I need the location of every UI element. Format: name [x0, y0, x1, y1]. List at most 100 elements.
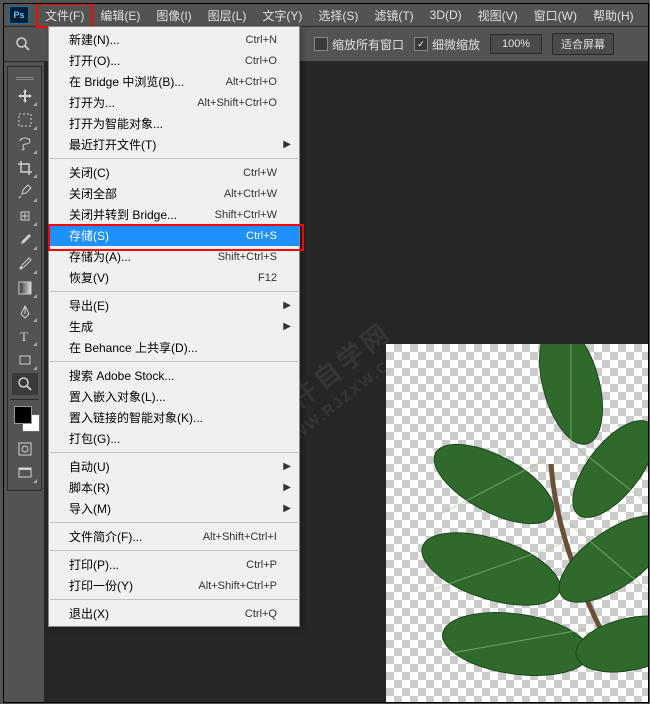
resize-windows-checkbox[interactable]: 缩放所有窗口 — [314, 36, 404, 53]
menu-view[interactable]: 视图(V) — [470, 4, 526, 27]
menu-item[interactable]: 存储(S)Ctrl+S — [49, 225, 299, 246]
menu-item-label: 打开为智能对象... — [69, 115, 277, 132]
menu-separator — [50, 361, 298, 362]
scrubby-zoom-checkbox[interactable]: ✓ 细微缩放 — [414, 36, 480, 53]
menu-item-label: 关闭并转到 Bridge... — [69, 206, 215, 223]
menu-item-label: 打印(P)... — [69, 556, 246, 573]
submenu-arrow-icon: ▶ — [283, 300, 291, 311]
menu-select[interactable]: 选择(S) — [310, 4, 366, 27]
menu-item[interactable]: 退出(X)Ctrl+Q — [49, 603, 299, 624]
menu-item[interactable]: 关闭全部Alt+Ctrl+W — [49, 183, 299, 204]
menu-item-shortcut: Ctrl+P — [246, 559, 277, 571]
menu-item[interactable]: 脚本(R) ▶ — [49, 477, 299, 498]
move-tool[interactable] — [12, 85, 38, 107]
menu-item[interactable]: 自动(U)▶ — [49, 456, 299, 477]
menu-item-shortcut: Alt+Shift+Ctrl+I — [203, 531, 277, 543]
document-canvas[interactable] — [386, 344, 648, 702]
menu-item-label: 脚本(R) — [69, 479, 277, 496]
menu-item-shortcut: Alt+Ctrl+W — [224, 188, 277, 200]
checkbox-checked-icon: ✓ — [414, 37, 428, 51]
menu-item-label: 关闭全部 — [69, 185, 224, 202]
crop-tool[interactable] — [12, 157, 38, 179]
zoom-percent-button[interactable]: 100% — [490, 34, 542, 54]
menu-edit[interactable]: 编辑(E) — [92, 4, 148, 27]
menu-item-label: 打开(O)... — [69, 52, 245, 69]
fit-screen-button[interactable]: 适合屏幕 — [552, 33, 614, 55]
menu-filter[interactable]: 滤镜(T) — [366, 4, 421, 27]
menu-item-label: 在 Behance 上共享(D)... — [69, 339, 277, 356]
menu-separator — [50, 522, 298, 523]
app-logo: Ps — [9, 6, 29, 24]
brush-tool[interactable] — [12, 229, 38, 251]
menu-item[interactable]: 导入(M) ▶ — [49, 498, 299, 519]
foreground-color-swatch[interactable] — [14, 406, 32, 424]
menu-layer[interactable]: 图层(L) — [200, 4, 255, 27]
menu-item-label: 生成 — [69, 318, 277, 335]
menu-item[interactable]: 打印(P)...Ctrl+P — [49, 554, 299, 575]
quick-mask-tool[interactable] — [12, 438, 38, 460]
spot-heal-tool[interactable] — [12, 205, 38, 227]
menu-item-label: 存储(S) — [69, 227, 246, 244]
submenu-arrow-icon: ▶ — [283, 321, 291, 332]
menu-item[interactable]: 打开为...Alt+Shift+Ctrl+O — [49, 92, 299, 113]
menu-item[interactable]: 搜索 Adobe Stock... — [49, 365, 299, 386]
menu-item[interactable]: 存储为(A)...Shift+Ctrl+S — [49, 246, 299, 267]
gradient-tool[interactable] — [12, 277, 38, 299]
menu-item[interactable]: 关闭并转到 Bridge...Shift+Ctrl+W — [49, 204, 299, 225]
checkbox-icon — [314, 37, 328, 51]
lasso-tool[interactable] — [12, 133, 38, 155]
menu-3d[interactable]: 3D(D) — [422, 5, 470, 25]
screen-mode-tool[interactable] — [12, 462, 38, 484]
tools-panel: T — [7, 66, 42, 491]
menu-item-label: 最近打开文件(T) — [69, 136, 277, 153]
svg-text:T: T — [20, 329, 28, 343]
menu-item-label: 存储为(A)... — [69, 248, 218, 265]
menu-bar: Ps 文件(F) 编辑(E) 图像(I) 图层(L) 文字(Y) 选择(S) 滤… — [4, 4, 648, 27]
zoom-tool[interactable] — [12, 373, 38, 395]
menu-item[interactable]: 置入嵌入对象(L)... — [49, 386, 299, 407]
menu-item-shortcut: Shift+Ctrl+S — [218, 251, 277, 263]
menu-item-label: 置入链接的智能对象(K)... — [69, 409, 277, 426]
menu-item-label: 导入(M) — [69, 500, 277, 517]
menu-item[interactable]: 恢复(V)F12 — [49, 267, 299, 288]
menu-separator — [50, 550, 298, 551]
menu-item-shortcut: Ctrl+S — [246, 230, 277, 242]
menu-item[interactable]: 文件简介(F)...Alt+Shift+Ctrl+I — [49, 526, 299, 547]
type-tool[interactable]: T — [12, 325, 38, 347]
menu-item[interactable]: 最近打开文件(T) ▶ — [49, 134, 299, 155]
menu-item[interactable]: 在 Behance 上共享(D)... — [49, 337, 299, 358]
menu-window[interactable]: 窗口(W) — [526, 4, 585, 27]
pen-tool[interactable] — [12, 301, 38, 323]
menu-item[interactable]: 置入链接的智能对象(K)... — [49, 407, 299, 428]
menu-separator — [50, 158, 298, 159]
menu-item[interactable]: 打开为智能对象... — [49, 113, 299, 134]
rectangle-tool[interactable] — [12, 349, 38, 371]
grip-icon[interactable] — [12, 73, 38, 83]
menu-item-label: 导出(E) — [69, 297, 277, 314]
menu-item[interactable]: 导出(E) ▶ — [49, 295, 299, 316]
menu-item[interactable]: 生成 ▶ — [49, 316, 299, 337]
menu-item-label: 自动(U) — [69, 458, 277, 475]
menu-item-label: 打印一份(Y) — [69, 577, 198, 594]
menu-item-shortcut: Ctrl+Q — [245, 608, 277, 620]
menu-item[interactable]: 打开(O)...Ctrl+O — [49, 50, 299, 71]
menu-help[interactable]: 帮助(H) — [585, 4, 642, 27]
menu-item[interactable]: 打印一份(Y)Alt+Shift+Ctrl+P — [49, 575, 299, 596]
history-brush-tool[interactable] — [12, 253, 38, 275]
eyedropper-tool[interactable] — [12, 181, 38, 203]
menu-item-label: 退出(X) — [69, 605, 245, 622]
menu-image[interactable]: 图像(I) — [148, 4, 199, 27]
menu-item[interactable]: 打包(G)... — [49, 428, 299, 449]
menu-item-label: 关闭(C) — [69, 164, 243, 181]
menu-item[interactable]: 新建(N)...Ctrl+N — [49, 29, 299, 50]
submenu-arrow-icon: ▶ — [283, 482, 291, 493]
menu-file[interactable]: 文件(F) — [37, 4, 92, 27]
submenu-arrow-icon: ▶ — [283, 139, 291, 150]
menu-item[interactable]: 关闭(C)Ctrl+W — [49, 162, 299, 183]
menu-type[interactable]: 文字(Y) — [254, 4, 310, 27]
marquee-tool[interactable] — [12, 109, 38, 131]
color-swatches[interactable] — [12, 406, 37, 432]
menu-item[interactable]: 在 Bridge 中浏览(B)...Alt+Ctrl+O — [49, 71, 299, 92]
menu-item-shortcut: Ctrl+O — [245, 55, 277, 67]
submenu-arrow-icon: ▶ — [283, 503, 291, 514]
